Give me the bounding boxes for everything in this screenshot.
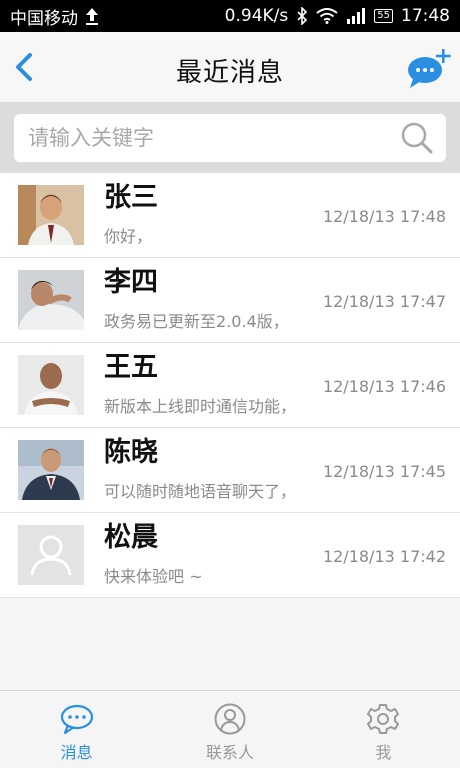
- contact-name: 陈晓: [104, 437, 158, 468]
- message-preview: 你好，: [104, 227, 153, 246]
- message-time: 12/18/13 17:46: [322, 377, 446, 396]
- message-time: 12/18/13 17:47: [322, 292, 446, 311]
- carrier-label: 中国移动: [10, 8, 78, 29]
- avatar: [18, 440, 84, 500]
- nav-bar: 最近消息: [0, 32, 460, 103]
- tab-label: 消息: [60, 743, 93, 762]
- chat-add-icon: [408, 49, 451, 88]
- network-speed: 0.94K/s: [224, 6, 289, 26]
- search-bar: [0, 103, 460, 173]
- tab-bar: 消息 联系人 我: [0, 690, 460, 768]
- avatar: [18, 355, 84, 415]
- new-message-button[interactable]: [406, 46, 452, 90]
- message-time: 12/18/13 17:45: [322, 462, 446, 481]
- avatar: [18, 270, 84, 330]
- search-icon[interactable]: [400, 121, 434, 155]
- bluetooth-icon: [297, 7, 308, 25]
- clock: 17:48: [401, 6, 450, 26]
- message-preview: 快来体验吧 ~: [104, 567, 203, 586]
- avatar: [18, 185, 84, 245]
- contact-name: 王五: [104, 352, 158, 383]
- chat-icon: [60, 704, 93, 735]
- search-input[interactable]: [26, 125, 400, 151]
- conversation-row[interactable]: 李四 政务易已更新至2.0.4版， 12/18/13 17:47: [0, 258, 460, 343]
- status-bar: 中国移动 0.94K/s 55 17:48: [0, 0, 460, 32]
- tab-label: 我: [375, 743, 392, 762]
- conversation-row[interactable]: 张三 你好， 12/18/13 17:48: [0, 173, 460, 258]
- signal-icon: [347, 8, 366, 24]
- message-preview: 可以随时随地语音聊天了，: [104, 482, 297, 501]
- conversation-row[interactable]: 陈晓 可以随时随地语音聊天了， 12/18/13 17:45: [0, 428, 460, 513]
- conversation-row[interactable]: 王五 新版本上线即时通信功能， 12/18/13 17:46: [0, 343, 460, 428]
- contact-name: 张三: [104, 182, 158, 213]
- search-box: [14, 114, 446, 162]
- contacts-icon: [214, 703, 246, 735]
- message-preview: 政务易已更新至2.0.4版，: [104, 312, 289, 331]
- upload-icon: [86, 8, 98, 25]
- contact-name: 李四: [104, 267, 158, 298]
- message-preview: 新版本上线即时通信功能，: [104, 397, 297, 416]
- wifi-icon: [316, 8, 338, 24]
- contact-name: 松晨: [104, 522, 158, 553]
- tab-messages[interactable]: 消息: [0, 691, 153, 768]
- gear-icon: [367, 704, 400, 734]
- conversation-list: 张三 你好， 12/18/13 17:48 李四 政务易已更新至2.0.4版， …: [0, 173, 460, 598]
- tab-contacts[interactable]: 联系人: [153, 691, 306, 768]
- page-title: 最近消息: [175, 58, 284, 88]
- conversation-row[interactable]: 松晨 快来体验吧 ~ 12/18/13 17:42: [0, 513, 460, 598]
- message-time: 12/18/13 17:42: [322, 547, 446, 566]
- battery-indicator: 55: [374, 9, 393, 23]
- message-time: 12/18/13 17:48: [322, 207, 446, 226]
- avatar-placeholder-icon: [18, 525, 84, 585]
- tab-me[interactable]: 我: [307, 691, 460, 768]
- tab-label: 联系人: [205, 743, 254, 762]
